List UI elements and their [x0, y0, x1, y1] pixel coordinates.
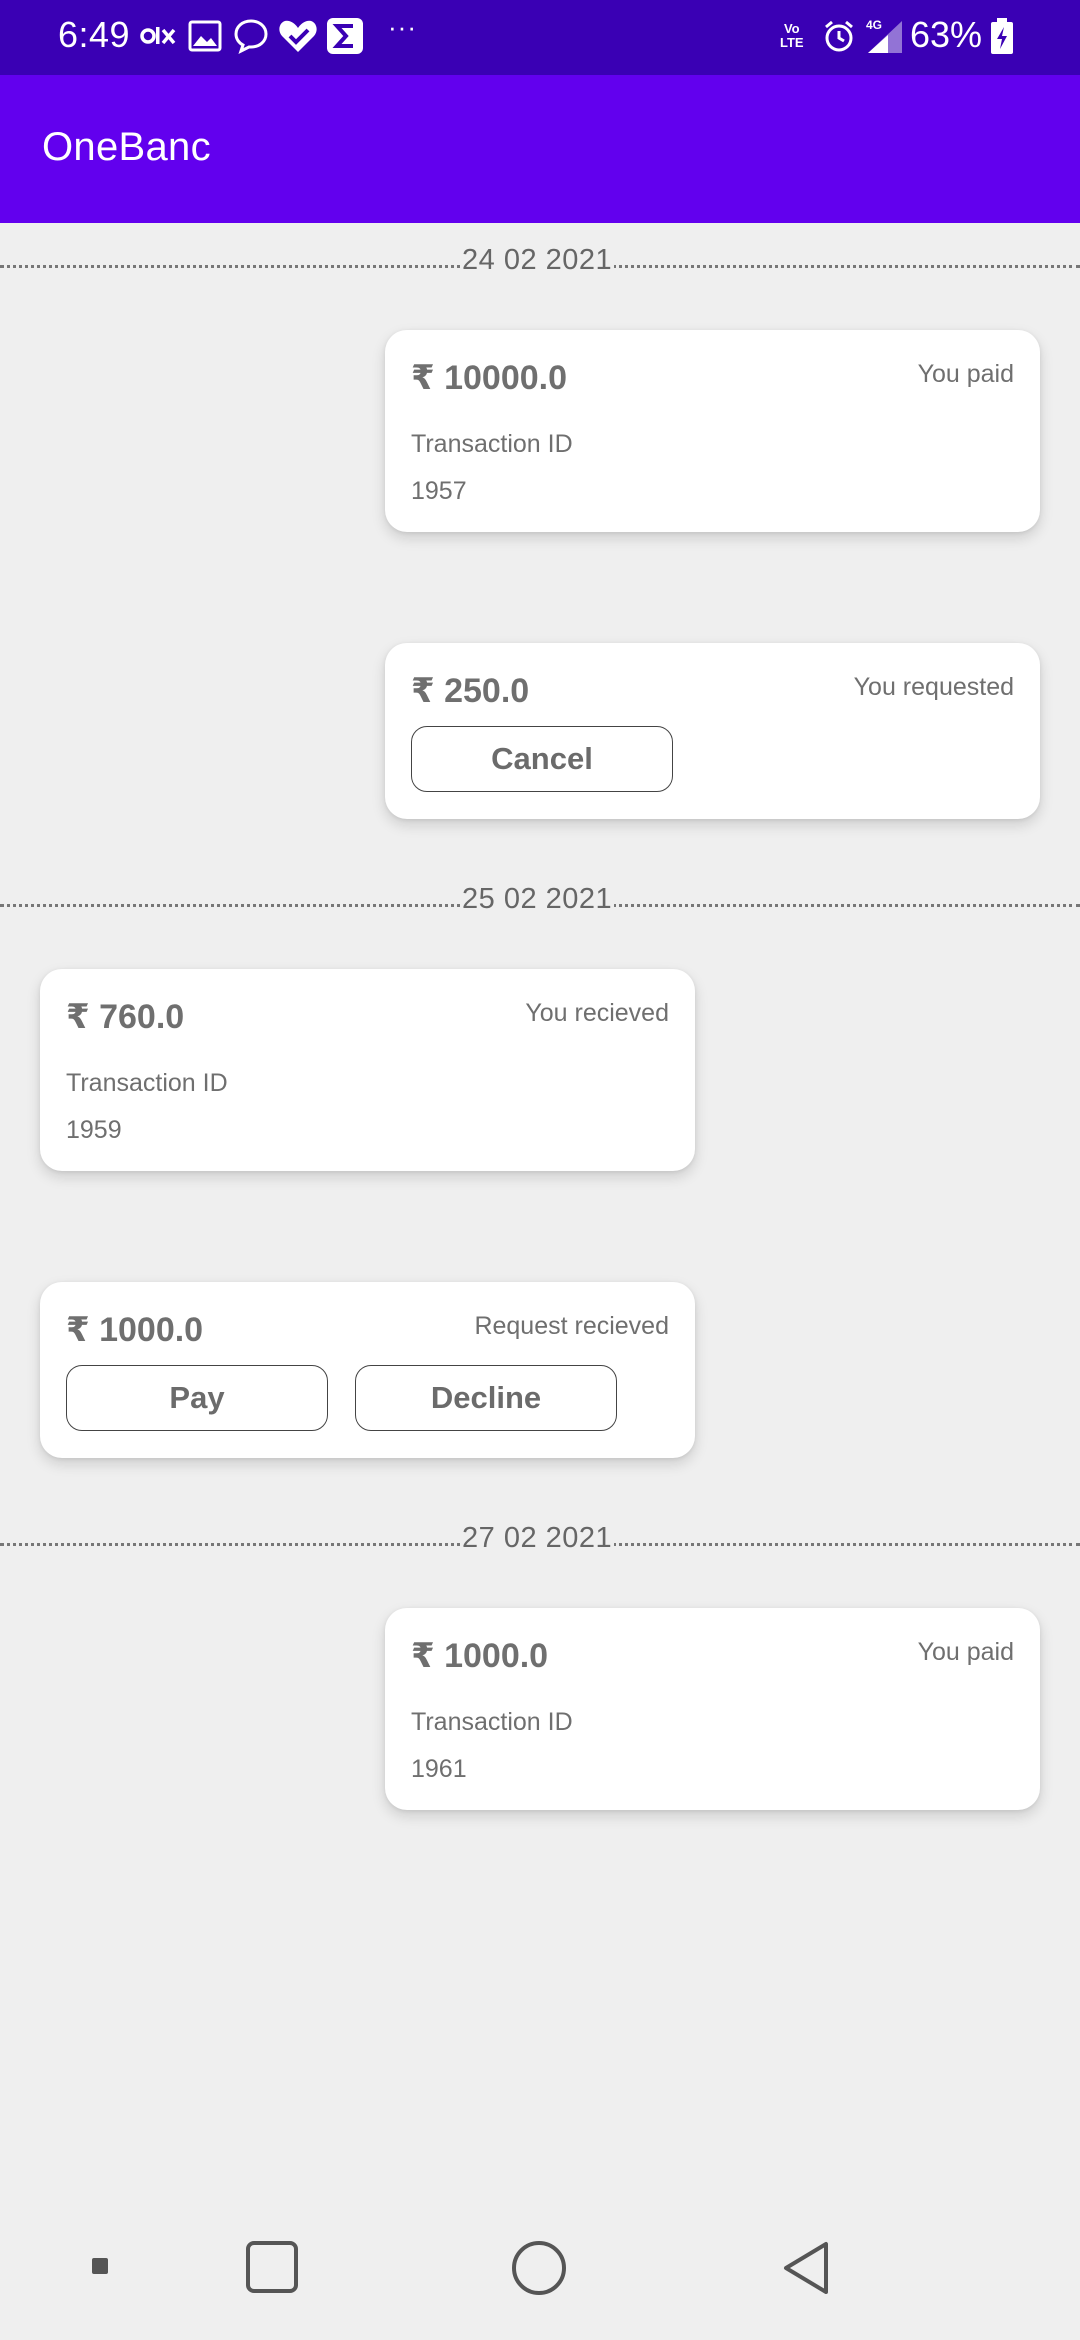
transaction-card[interactable]: ₹ 10000.0 You paid Transaction ID 1957 [385, 330, 1040, 532]
transaction-amount: ₹ 760.0 [66, 998, 185, 1036]
overview-square-icon[interactable] [245, 2240, 299, 2294]
transaction-id: 1959 [66, 1116, 122, 1144]
gallery-icon [188, 14, 222, 58]
transaction-amount: ₹ 250.0 [411, 672, 530, 710]
transaction-status: You paid [917, 1638, 1014, 1666]
transaction-status: You recieved [525, 999, 669, 1027]
transaction-card[interactable]: ₹ 1000.0 You paid Transaction ID 1961 [385, 1608, 1040, 1810]
transaction-id-label: Transaction ID [411, 430, 573, 458]
signal-icon: 4G [864, 14, 904, 58]
transaction-card[interactable]: ₹ 760.0 You recieved Transaction ID 1959 [40, 969, 695, 1171]
transaction-id: 1957 [411, 477, 467, 505]
status-bar: 6:49 ··· Vo LTE 4G 63% [0, 0, 1080, 75]
date-separator: 25 02 2021 [0, 877, 1080, 917]
request-card: ₹ 250.0 You requested Cancel [385, 643, 1040, 819]
status-time: 6:49 [58, 14, 131, 55]
transaction-status: You requested [853, 673, 1014, 701]
transaction-id-label: Transaction ID [66, 1069, 228, 1097]
transaction-amount: ₹ 1000.0 [66, 1311, 204, 1349]
sigma-app-icon [326, 14, 364, 58]
transaction-id-label: Transaction ID [411, 1708, 573, 1736]
navigation-bar [0, 2200, 1080, 2340]
more-notifications: ··· [388, 12, 417, 42]
svg-text:4G: 4G [866, 18, 882, 32]
date-label: 25 02 2021 [460, 883, 615, 916]
alarm-icon [822, 14, 856, 58]
battery-charging-icon [990, 14, 1014, 58]
date-label: 24 02 2021 [460, 244, 615, 277]
date-label: 27 02 2021 [460, 1522, 615, 1555]
battery-percent: 63% [910, 14, 983, 55]
olx-icon [140, 14, 178, 58]
home-circle-icon[interactable] [511, 2240, 567, 2296]
app-title: OneBanc [42, 125, 211, 169]
transaction-amount: ₹ 1000.0 [411, 1637, 549, 1675]
transaction-status: You paid [917, 360, 1014, 388]
pay-button[interactable]: Pay [66, 1365, 328, 1431]
transaction-amount: ₹ 10000.0 [411, 359, 568, 397]
chat-bubble-icon [233, 14, 269, 58]
transaction-status: Request recieved [474, 1312, 669, 1340]
date-separator: 27 02 2021 [0, 1516, 1080, 1556]
volte-icon: Vo LTE [780, 21, 804, 50]
request-card: ₹ 1000.0 Request recieved Pay Decline [40, 1282, 695, 1458]
decline-button[interactable]: Decline [355, 1365, 617, 1431]
app-bar: OneBanc [0, 75, 1080, 223]
date-separator: 24 02 2021 [0, 238, 1080, 278]
recents-dot-icon[interactable] [88, 2254, 112, 2278]
cancel-button[interactable]: Cancel [411, 726, 673, 792]
health-heart-icon [277, 14, 319, 58]
transaction-id: 1961 [411, 1755, 467, 1783]
back-triangle-icon[interactable] [780, 2240, 832, 2296]
